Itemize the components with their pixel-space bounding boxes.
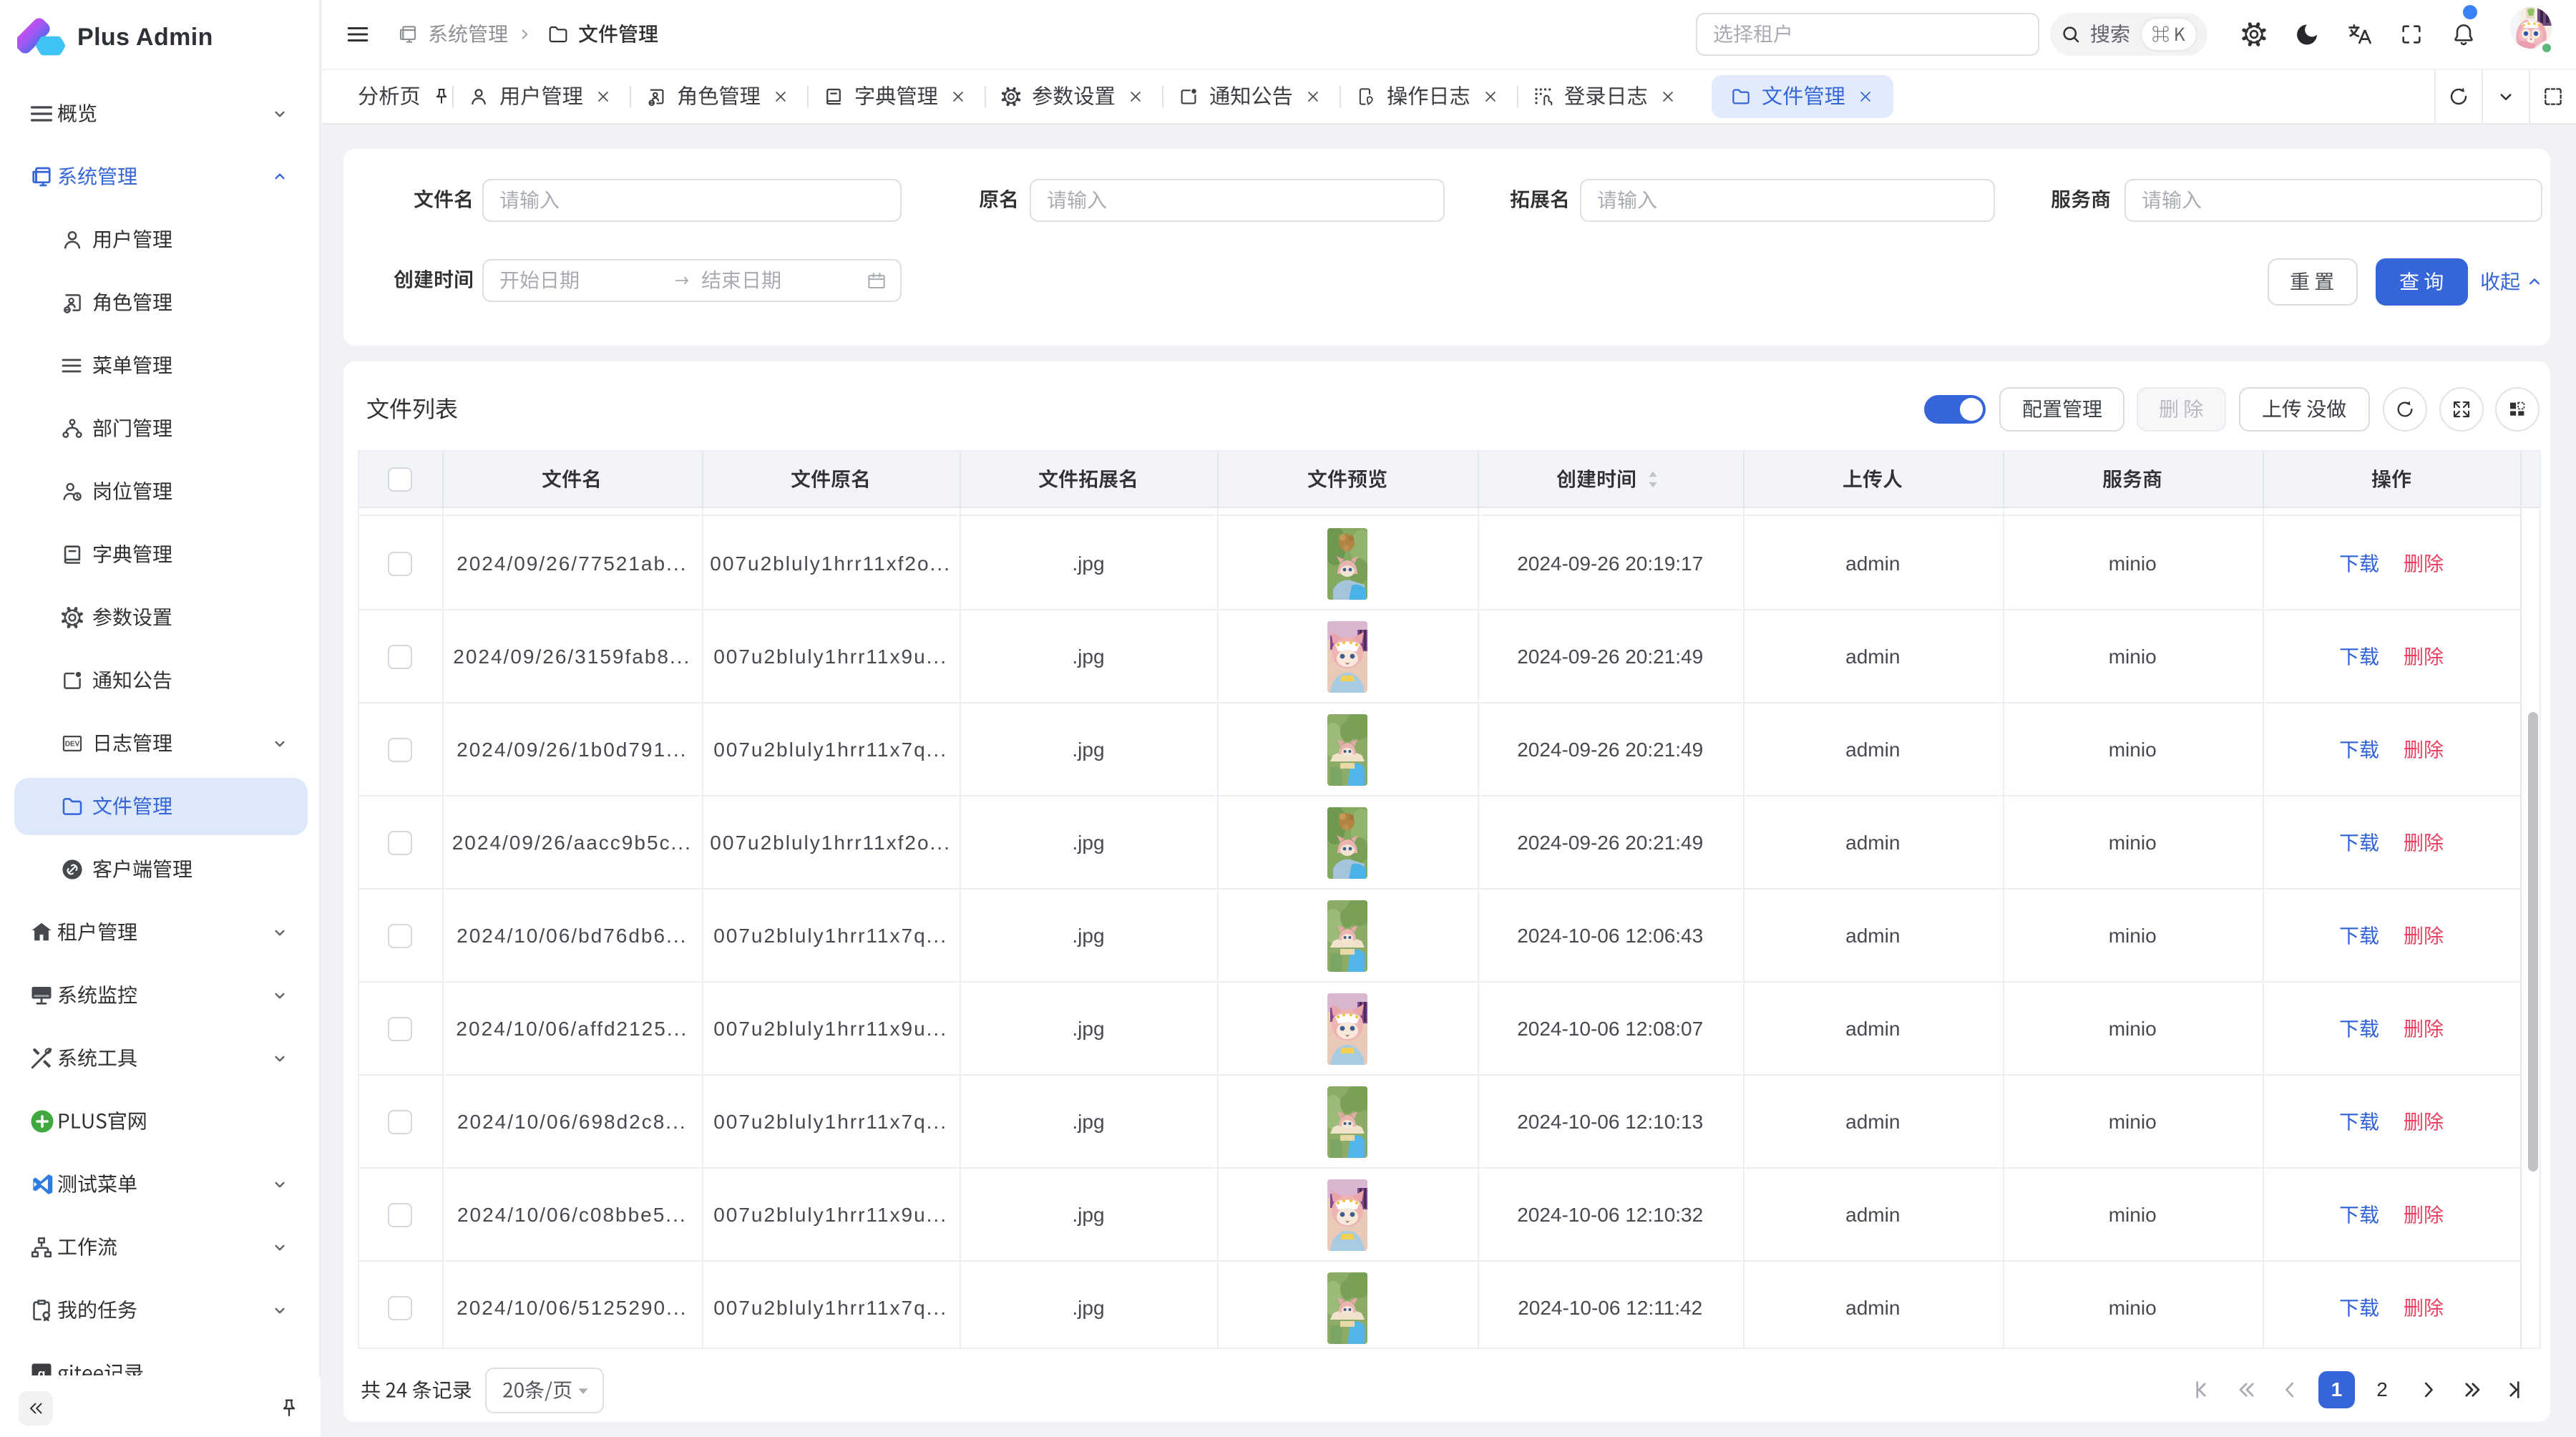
svg-text:DEV: DEV: [65, 740, 80, 748]
svg-text:g: g: [38, 1366, 46, 1375]
